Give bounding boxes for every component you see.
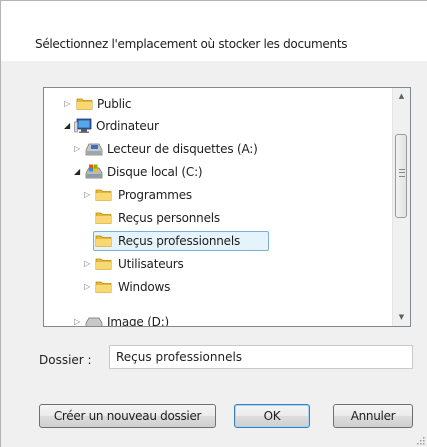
tree-item-ordinateur[interactable]: ◢ Ordinateur xyxy=(44,116,394,136)
expand-arrow-icon[interactable]: ▷ xyxy=(71,139,83,159)
tree-item-recus-professionnels[interactable]: Reçus professionnels xyxy=(44,231,394,251)
folder-icon xyxy=(95,281,112,293)
folder-tree[interactable]: ▷ Public ◢ Ordinateur ▷ Lecteur de disqu… xyxy=(43,87,411,327)
tree-item-image-drive[interactable]: ▷ Image (D:) xyxy=(44,312,394,327)
expand-arrow-icon[interactable]: ▷ xyxy=(71,312,83,326)
scroll-thumb[interactable] xyxy=(395,134,407,218)
folder-icon xyxy=(76,98,93,110)
folder-icon xyxy=(95,212,112,224)
folder-icon xyxy=(95,235,112,247)
instruction-text: Sélectionnez l'emplacement où stocker le… xyxy=(35,37,348,51)
drive-icon xyxy=(85,317,103,326)
tree-item-label: Lecteur de disquettes (A:) xyxy=(107,142,258,156)
tree-item-public[interactable]: ▷ Public xyxy=(44,94,394,114)
scroll-up-icon[interactable]: ▲ xyxy=(393,88,410,105)
tree-item-label: Disque local (C:) xyxy=(107,165,203,179)
floppy-drive-icon xyxy=(85,143,103,156)
tree-item-label: Reçus personnels xyxy=(118,211,220,225)
tree-item-local-disk[interactable]: ◢ Disque local (C:) xyxy=(44,162,394,182)
expand-arrow-icon[interactable]: ▷ xyxy=(61,94,73,114)
tree-item-programmes[interactable]: ▷ Programmes xyxy=(44,185,394,205)
instruction-panel: Sélectionnez l'emplacement où stocker le… xyxy=(1,1,427,61)
tree-item-floppy-drive[interactable]: ▷ Lecteur de disquettes (A:) xyxy=(44,139,394,159)
tree-item-label: Utilisateurs xyxy=(118,257,184,271)
folder-icon xyxy=(95,189,112,201)
tree-item-recus-personnels[interactable]: Reçus personnels xyxy=(44,208,394,228)
cancel-button[interactable]: Annuler xyxy=(333,404,413,428)
resize-grip-icon[interactable] xyxy=(415,435,425,445)
collapse-arrow-icon[interactable]: ◢ xyxy=(71,162,83,182)
computer-icon xyxy=(74,118,92,133)
expand-arrow-icon[interactable]: ▷ xyxy=(81,277,93,297)
folder-field-label: Dossier : xyxy=(39,353,92,367)
expand-arrow-icon[interactable]: ▷ xyxy=(81,185,93,205)
ok-button[interactable]: OK xyxy=(234,404,310,428)
tree-item-label: Reçus professionnels xyxy=(118,234,241,248)
tree-item-label: Programmes xyxy=(118,188,192,202)
tree-item-label: Ordinateur xyxy=(96,119,159,133)
collapse-arrow-icon[interactable]: ◢ xyxy=(61,116,73,136)
local-disk-icon xyxy=(85,164,103,179)
folder-name-input[interactable] xyxy=(109,345,413,369)
scroll-down-icon[interactable]: ▼ xyxy=(393,309,410,326)
tree-item-utilisateurs[interactable]: ▷ Utilisateurs xyxy=(44,254,394,274)
new-folder-button[interactable]: Créer un nouveau dossier xyxy=(39,404,216,428)
folder-icon xyxy=(95,258,112,270)
expand-arrow-icon[interactable]: ▷ xyxy=(81,254,93,274)
tree-item-label: Image (D:) xyxy=(107,315,170,327)
tree-item-label: Windows xyxy=(118,280,171,294)
select-location-dialog: Sélectionnez l'emplacement où stocker le… xyxy=(0,0,427,447)
tree-item-label: Public xyxy=(97,97,132,111)
tree-item-windows[interactable]: ▷ Windows xyxy=(44,277,394,297)
tree-scrollbar[interactable]: ▲ ▼ xyxy=(392,88,410,326)
